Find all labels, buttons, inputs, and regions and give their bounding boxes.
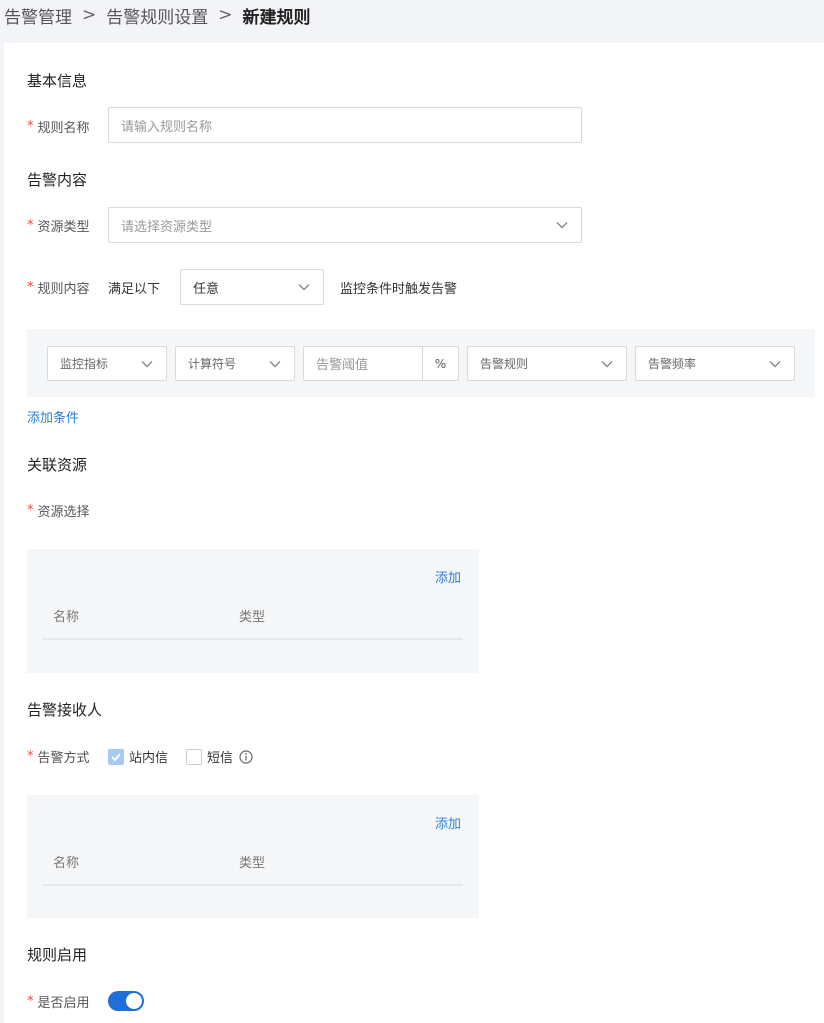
checkbox-in-site-message[interactable] [108, 748, 124, 765]
resource-select-label-text: 资源选择 [37, 504, 90, 520]
required-mark: * [27, 748, 34, 764]
add-recipient-link[interactable]: 添加 [435, 813, 461, 832]
column-header-name: 名称 [53, 610, 80, 625]
chevron-down-icon [297, 280, 311, 294]
required-mark: * [27, 217, 34, 233]
enable-toggle[interactable] [108, 991, 144, 1011]
breadcrumb-item-alert-management[interactable]: 告警管理 [4, 3, 72, 28]
section-title-rule-enable: 规则启用 [27, 946, 88, 964]
required-mark: * [27, 118, 34, 134]
chevron-down-icon [768, 357, 782, 371]
section-title-basic-info: 基本信息 [27, 72, 88, 90]
rule-name-label: * 规则名称 [27, 116, 90, 136]
rule-name-placeholder: 请输入规则名称 [121, 119, 213, 135]
rule-content-label-text: 规则内容 [37, 281, 90, 297]
breadcrumb-item-alert-rule-settings[interactable]: 告警规则设置 [106, 3, 208, 28]
section-title-related-resources: 关联资源 [27, 456, 88, 474]
recipient-table-header: 名称 类型 [43, 839, 463, 886]
info-icon[interactable] [239, 749, 253, 764]
required-mark: * [27, 502, 34, 518]
column-header-type: 类型 [239, 856, 266, 871]
rule-name-label-text: 规则名称 [37, 120, 90, 136]
metric-select-value: 监控指标 [60, 357, 109, 371]
form-panel: 基本信息 * 规则名称 请输入规则名称 告警内容 * 资源类型 请选择资源类型 … [4, 43, 824, 1023]
check-icon [111, 752, 121, 761]
section-title-alert-content: 告警内容 [27, 171, 88, 189]
match-mode-select[interactable]: 任意 [180, 269, 324, 305]
alert-method-label: * 告警方式 [27, 746, 90, 766]
resource-type-label-text: 资源类型 [37, 219, 90, 235]
checkbox-sms[interactable] [186, 748, 203, 765]
chevron-down-icon [140, 357, 154, 371]
resource-type-select[interactable]: 请选择资源类型 [108, 207, 582, 243]
operator-select-value: 计算符号 [188, 357, 237, 371]
section-title-recipients: 告警接收人 [27, 701, 103, 719]
breadcrumb-current: 新建规则 [242, 7, 311, 28]
add-resource-link[interactable]: 添加 [435, 567, 461, 586]
alert-frequency-select-value: 告警频率 [648, 357, 697, 371]
enable-label-text: 是否启用 [37, 995, 90, 1011]
alert-rule-select[interactable]: 告警规则 [467, 346, 627, 381]
match-mode-value: 任意 [193, 281, 220, 297]
rule-content-prefix: 满足以下 [108, 282, 161, 297]
threshold-input[interactable]: 告警阈值 % [303, 346, 459, 381]
operator-select[interactable]: 计算符号 [175, 346, 295, 381]
chevron-down-icon [268, 357, 282, 371]
alert-frequency-select[interactable]: 告警频率 [635, 346, 795, 381]
breadcrumb: 告警管理 > 告警规则设置 > 新建规则 [4, 2, 311, 28]
metric-select[interactable]: 监控指标 [47, 346, 167, 381]
add-condition-link[interactable]: 添加条件 [27, 407, 79, 426]
enable-label: * 是否启用 [27, 991, 90, 1011]
chevron-down-icon [600, 357, 614, 371]
rule-content-suffix: 监控条件时触发告警 [340, 282, 458, 297]
in-site-message-label: 站内信 [129, 751, 169, 766]
column-header-type: 类型 [239, 610, 266, 625]
breadcrumb-separator: > [82, 5, 97, 25]
alert-method-options: 站内信 短信 [108, 747, 253, 766]
rule-name-input[interactable]: 请输入规则名称 [108, 107, 582, 143]
resource-table-header: 名称 类型 [43, 593, 463, 640]
required-mark: * [27, 279, 34, 295]
toggle-knob [126, 993, 142, 1009]
breadcrumb-separator: > [218, 5, 233, 25]
resource-type-placeholder: 请选择资源类型 [121, 219, 213, 235]
required-mark: * [27, 993, 34, 1009]
alert-method-label-text: 告警方式 [37, 750, 90, 766]
resource-type-label: * 资源类型 [27, 215, 90, 235]
chevron-down-icon [555, 218, 569, 232]
threshold-placeholder: 告警阈值 [316, 358, 369, 373]
resource-select-label: * 资源选择 [27, 500, 90, 520]
column-header-name: 名称 [53, 856, 80, 871]
threshold-unit: % [422, 347, 458, 380]
rule-content-label: * 规则内容 [27, 277, 90, 297]
sms-label: 短信 [207, 751, 234, 766]
alert-rule-select-value: 告警规则 [480, 357, 529, 371]
